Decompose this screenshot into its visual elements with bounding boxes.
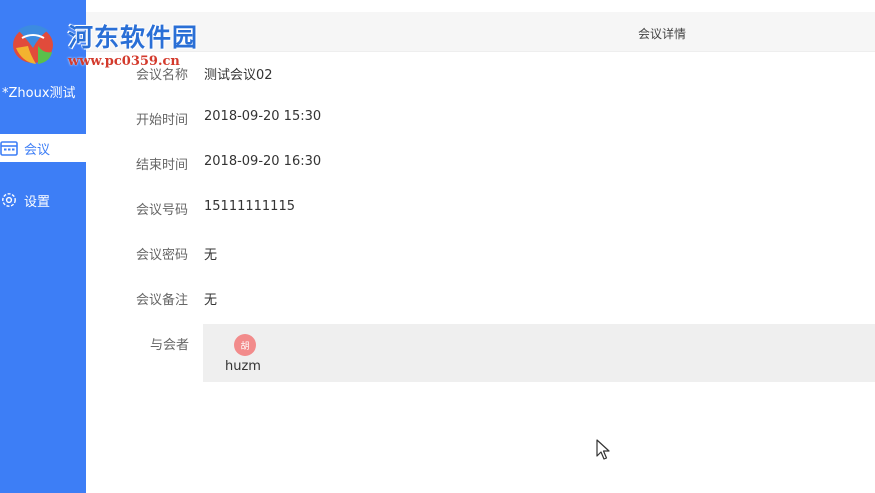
attendee-list: 胡 huzm xyxy=(203,324,875,382)
attendees-label: 与会者 xyxy=(150,338,190,353)
logo-icon xyxy=(8,18,58,68)
gear-icon xyxy=(0,191,18,209)
meeting-note-label: 会议备注 xyxy=(136,293,189,308)
start-time-label: 开始时间 xyxy=(136,113,189,128)
watermark-logo: 河东软件园 www.pc0359.cn xyxy=(2,6,212,69)
start-time-value: 2018-09-20 15:30 xyxy=(204,109,322,124)
avatar: 胡 xyxy=(234,334,256,356)
sidebar-item-settings[interactable]: 设置 xyxy=(0,186,86,214)
page-title: 会议详情 xyxy=(638,27,687,41)
attendee-name: huzm xyxy=(225,359,261,374)
meeting-password-value: 无 xyxy=(204,248,218,263)
watermark-title: 河东软件园 xyxy=(68,23,199,52)
sidebar-item-label: 会议 xyxy=(24,142,51,158)
sidebar-item-label: 设置 xyxy=(24,194,51,210)
end-time-value: 2018-09-20 16:30 xyxy=(204,154,322,169)
meeting-password-label: 会议密码 xyxy=(136,248,189,263)
sidebar-item-meeting[interactable]: 会议 xyxy=(0,134,86,162)
meeting-number-label: 会议号码 xyxy=(136,203,189,218)
sidebar: *Zhoux测试 会议 设置 xyxy=(0,0,86,493)
watermark-url: www.pc0359.cn xyxy=(68,54,180,69)
calendar-icon xyxy=(0,140,18,156)
mouse-cursor-icon xyxy=(596,439,610,461)
meeting-name-value: 测试会议02 xyxy=(204,68,273,83)
user-name: *Zhoux测试 xyxy=(2,86,76,101)
main-content: 会议详情 会议名称 测试会议02 开始时间 2018-09-20 15:30 结… xyxy=(86,0,875,493)
meeting-note-value: 无 xyxy=(204,293,218,308)
meeting-number-value: 15111111115 xyxy=(204,199,295,214)
end-time-label: 结束时间 xyxy=(136,158,189,173)
